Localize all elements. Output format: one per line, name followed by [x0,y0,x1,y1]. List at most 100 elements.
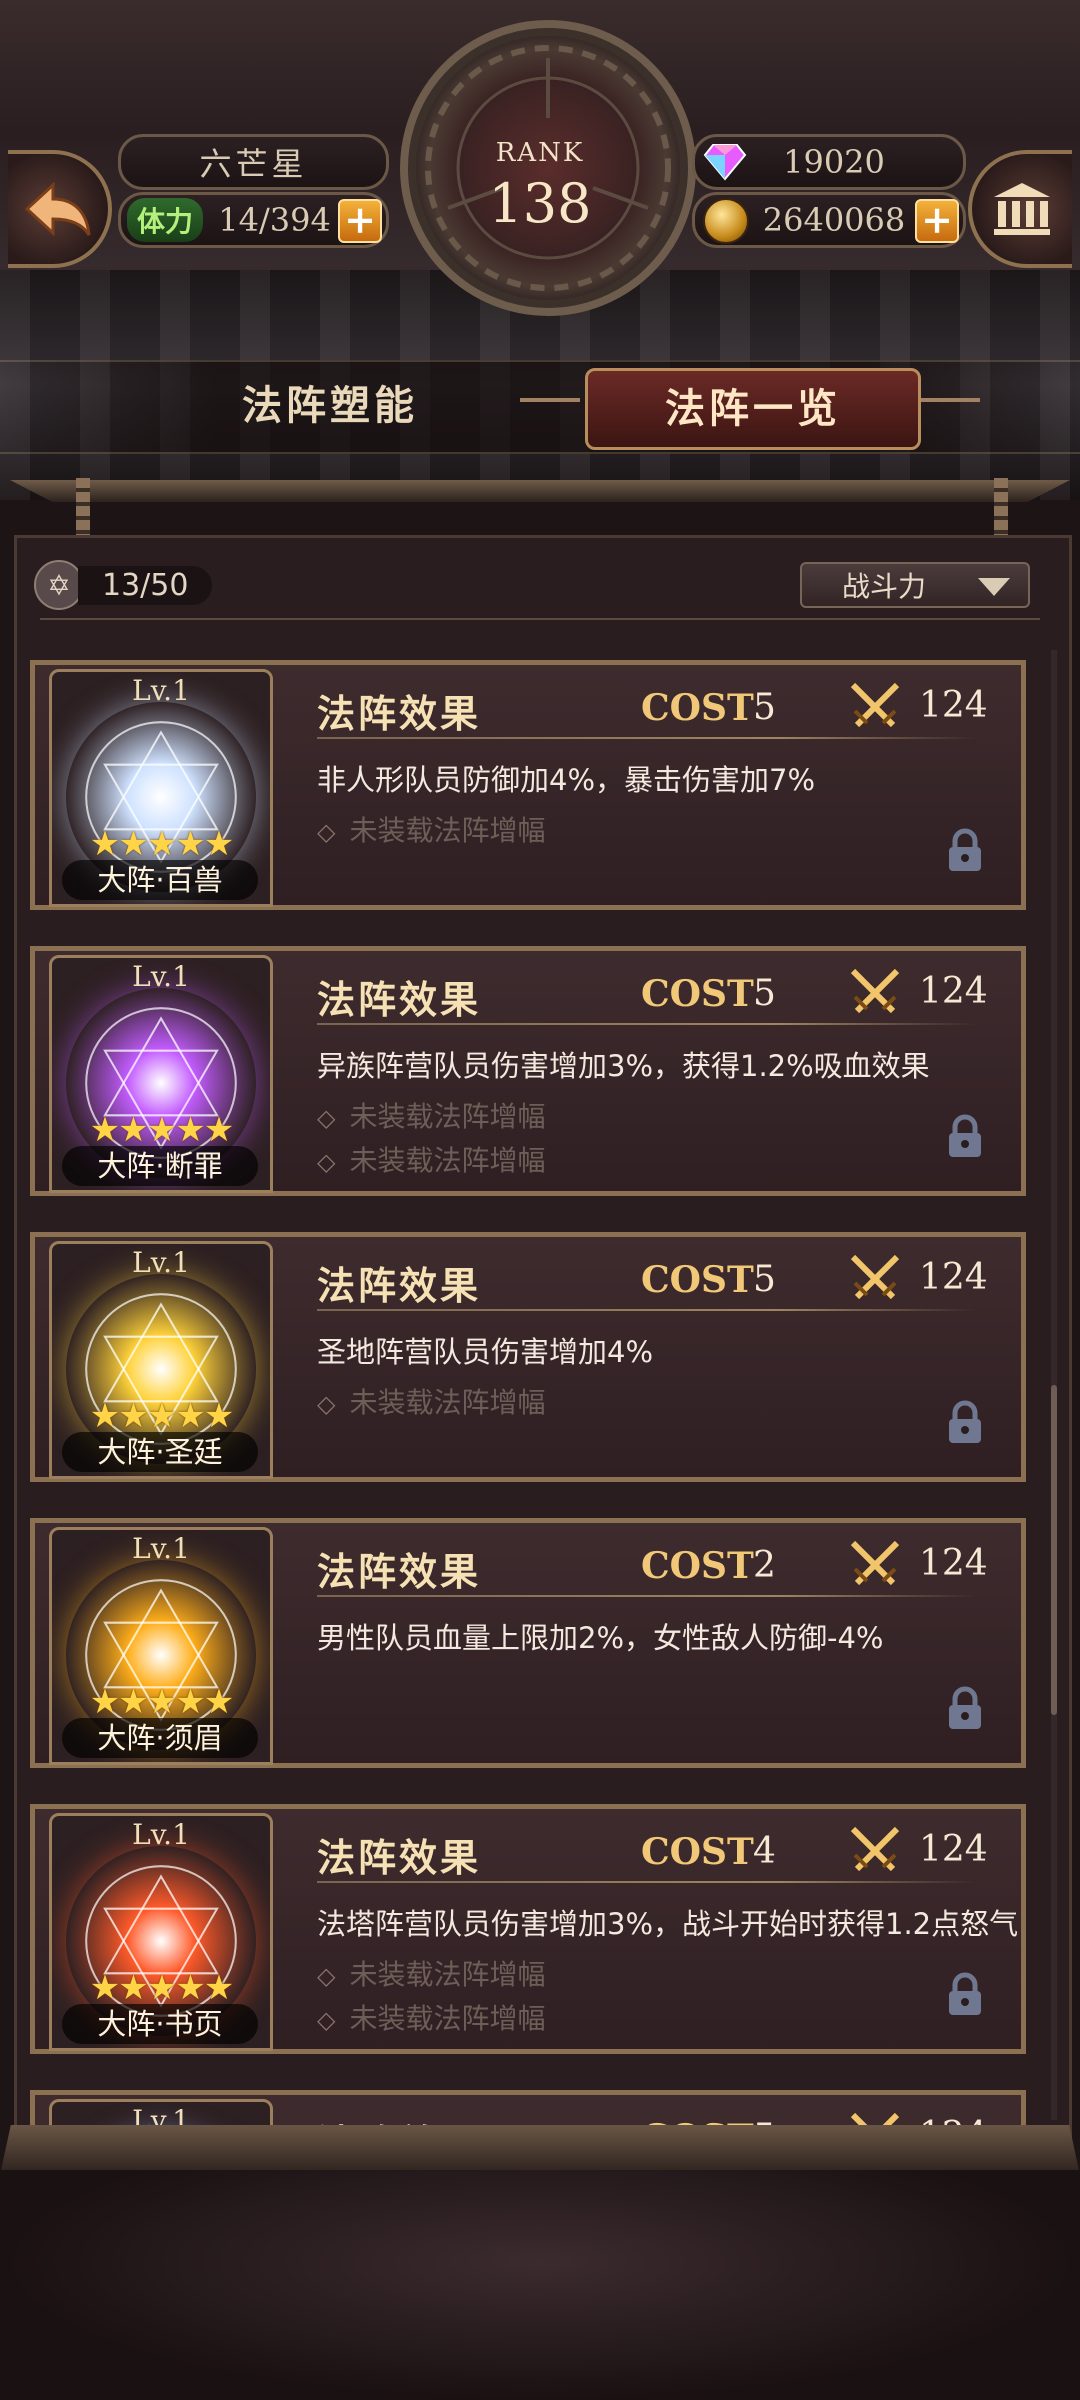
empty-enhancement-slot: 未装载法阵增幅 [317,1953,545,1993]
cost-value: 4 [753,1831,776,1872]
divider [317,1595,977,1597]
gear-icon [425,45,671,291]
cost-label: COST [641,1545,754,1587]
empty-enhancement-slot: 未装载法阵增幅 [317,1095,545,1135]
bottom-background [0,2170,1080,2400]
rank-label: RANK [495,138,585,168]
star-rating: ★★★★★ [89,1396,234,1436]
effect-text: 法塔阵营队员伤害增加3%，战斗开始时获得1.2点怒气 [317,1907,1019,1941]
array-level: Lv.1 [132,960,190,993]
array-thumbnail[interactable]: Lv.1 ★★★★★ 大阵·百兽 [49,669,273,907]
back-arrow-icon [24,181,91,237]
array-thumbnail[interactable]: Lv.1 ★★★★★ 大阵·断罪 [49,955,273,1193]
add-stamina-button[interactable]: + [338,199,382,243]
array-name: 大阵·圣廷 [62,1432,258,1472]
combat-power: 124 [919,2115,988,2125]
player-name: 六芒星 [118,134,389,190]
effect-title: 法阵效果 [317,977,482,1022]
empty-enhancement-slot: 未装载法阵增幅 [317,1997,545,2037]
divider [317,1023,977,1025]
chain [76,478,90,538]
array-name: 大阵·须眉 [62,1718,258,1758]
combat-power: 124 [919,1543,988,1584]
lock-icon[interactable] [945,1685,985,1733]
chain [994,478,1008,538]
array-list: Lv.1 ★★★★★ 大阵·百兽 法阵效果 COST 5 124 非人形队员防御加4%，暴击伤… [30,660,1030,2125]
array-card[interactable]: Lv.1 法阵效果 COST5 124 [30,2090,1026,2125]
pillar-building-icon [994,183,1050,235]
array-card[interactable]: Lv.1 ★★★★★ 大阵·百兽 法阵效果 COST 5 124 非人形队员防御加4%，暴击伤… [30,660,1026,910]
array-level: Lv.1 [132,2104,190,2125]
cost-value: 5 [753,1259,776,1300]
lock-icon[interactable] [945,1113,985,1161]
array-card[interactable]: Lv.1 ★★★★★大阵·圣廷 法阵效果 COST5 124 圣地阵营队员伤害增加4% 未装… [30,1232,1026,1482]
add-coins-button[interactable]: + [915,199,959,243]
sort-value: 战斗力 [842,570,927,603]
array-name: 大阵·断罪 [62,1146,258,1186]
array-counter: ✡ 13/50 [34,560,234,610]
lock-icon[interactable] [945,827,985,875]
crossed-swords-icon [850,968,900,1014]
combat-power: 124 [919,685,988,726]
array-thumbnail[interactable]: Lv.1 ★★★★★ 大阵·须眉 [49,1527,273,1765]
cost-label: COST [641,973,754,1015]
star-rating: ★★★★★ [89,1110,234,1150]
array-level: Lv.1 [132,674,190,707]
crossed-swords-icon [850,1826,900,1872]
crossed-swords-icon [850,682,900,728]
stamina-bar: 体力 14/394 + [118,192,389,248]
lock-icon[interactable] [945,1971,985,2019]
array-level: Lv.1 [132,1532,190,1565]
crossed-swords-icon [850,2112,900,2125]
chevron-down-icon [978,578,1010,596]
cost-value: 2 [753,1545,776,1586]
divider [317,1309,977,1311]
array-count: 13/50 [78,565,213,605]
stamina-label: 体力 [127,198,204,242]
coin-bar: 2640068 + [692,192,966,248]
divider [317,737,977,739]
combat-power: 124 [919,1257,988,1298]
effect-title: 法阵效果 [317,1835,482,1880]
tab-ornament [920,398,980,402]
effect-text: 非人形队员防御加4%，暴击伤害加7% [317,763,816,797]
cost-label: COST [641,1831,754,1873]
rank-emblem [400,20,696,316]
scrollbar[interactable] [1051,1385,1057,1715]
empty-enhancement-slot: 未装载法阵增幅 [317,1381,545,1421]
array-name: 大阵·百兽 [62,860,258,900]
combat-power: 124 [919,971,988,1012]
cost-label: COST [641,687,754,729]
star-rating: ★★★★★ [89,1968,234,2008]
tab-array-list[interactable]: 法阵一览 [585,368,921,450]
cost-value: 5 [753,687,776,728]
effect-text: 异族阵营队员伤害增加3%，获得1.2%吸血效果 [317,1049,930,1083]
tab-ornament [520,398,580,402]
star-rating: ★★★★★ [89,1682,234,1722]
crossed-swords-icon [850,1254,900,1300]
array-thumbnail[interactable]: Lv.1 ★★★★★ 大阵·书页 [49,1813,273,2051]
player-name-text: 六芒星 [199,145,308,183]
combat-power: 124 [919,1829,988,1870]
cost-label: COST [641,1259,754,1301]
cost-label: COST [641,2117,754,2125]
array-card[interactable]: Lv.1 ★★★★★ 大阵·书页 法阵效果 COST 4 124 法塔阵营队员伤害增加3%，战… [30,1804,1026,2054]
sort-dropdown[interactable]: 战斗力 [800,562,1030,608]
array-card[interactable]: Lv.1 ★★★★★ 大阵·须眉 法阵效果 COST 2 124 男性队员血量上限加2%，女性… [30,1518,1026,1768]
tab-array-shaping[interactable]: 法阵塑能 [200,368,460,444]
divider [317,1881,977,1883]
lock-icon[interactable] [945,1399,985,1447]
coin-icon [703,198,749,244]
array-level: Lv.1 [132,1246,190,1279]
array-card[interactable]: Lv.1 ★★★★★ 大阵·断罪 法阵效果 COST 5 124 异族阵营队员伤害增加3%，获… [30,946,1026,1196]
array-thumbnail[interactable]: Lv.1 ★★★★★ 大阵·圣廷 [49,1241,273,1479]
array-name: 大阵·书页 [62,2004,258,2044]
gem-icon [703,144,747,181]
bottom-frame [0,2125,1080,2175]
array-thumbnail[interactable]: Lv.1 [49,2099,273,2125]
divider [40,618,1040,620]
effect-title: 法阵效果 [317,1549,482,1594]
cost-value: 5 [753,973,776,1014]
hexagram-icon: ✡ [34,560,84,610]
gem-bar: 19020 [692,134,966,190]
